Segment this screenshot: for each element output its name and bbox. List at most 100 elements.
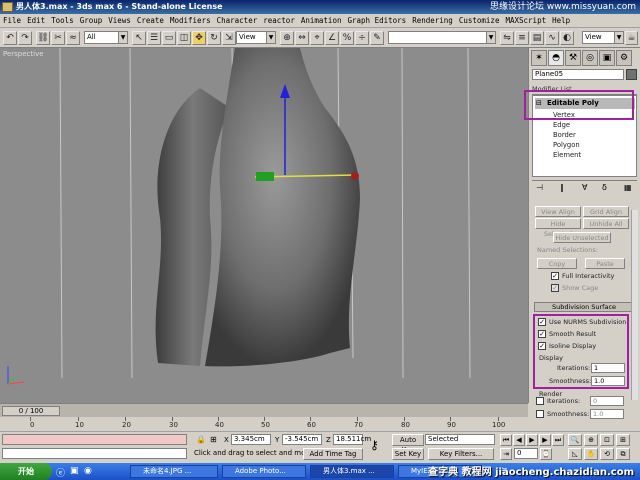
object-color-swatch[interactable] [626, 69, 637, 80]
sub-object-polygon[interactable]: Polygon [553, 141, 580, 149]
sub-object-element[interactable]: Element [553, 151, 581, 159]
motion-tab-icon[interactable]: ◎ [582, 50, 598, 66]
angle-snap-icon[interactable]: ∠ [325, 31, 339, 45]
object-name-field[interactable]: Plane05 [532, 69, 624, 80]
y-coord-field[interactable]: -3.545cm [282, 434, 322, 445]
task-photoshop[interactable]: Adobe Photo... [222, 465, 306, 478]
time-config-icon[interactable]: ⌚ [540, 448, 552, 460]
select-by-name-icon[interactable]: ☰ [147, 31, 161, 45]
menu-modifiers[interactable]: Modifiers [167, 14, 214, 28]
menu-animation[interactable]: Animation [298, 14, 345, 28]
menu-character[interactable]: Character [214, 14, 261, 28]
material-editor-icon[interactable]: ◐ [560, 31, 574, 45]
perspective-viewport[interactable]: Perspective [0, 48, 528, 403]
layer-manager-icon[interactable]: ▤ [530, 31, 544, 45]
select-and-scale-icon[interactable]: ⇲ [222, 31, 236, 45]
maxscript-listener-field[interactable] [2, 434, 187, 445]
fov-icon[interactable]: ◺ [568, 448, 582, 460]
show-cage-checkbox[interactable]: ✓ [551, 284, 559, 292]
media-quicklaunch-icon[interactable]: ◉ [84, 466, 92, 476]
maxscript-mini-field[interactable] [2, 448, 187, 459]
copy-button[interactable]: Copy [537, 258, 577, 269]
go-to-start-icon[interactable]: ⏮ [500, 434, 512, 446]
pin-stack-icon[interactable]: ⊣ [536, 183, 543, 192]
pan-icon[interactable]: ✋ [584, 448, 598, 460]
prev-frame-icon[interactable]: ◀ [513, 434, 525, 446]
mirror-tool-icon[interactable]: ⇋ [500, 31, 514, 45]
lock-selection-icon[interactable]: 🔒 [196, 435, 206, 444]
snap-toggle-icon[interactable]: ⌖ [310, 31, 324, 45]
menu-rendering[interactable]: Rendering [409, 14, 456, 28]
quick-render-icon[interactable]: ☕ [625, 31, 638, 45]
selection-filter-dropdown[interactable]: All ▼ [84, 31, 128, 44]
zoom-icon[interactable]: 🔍 [568, 434, 582, 446]
hierarchy-tab-icon[interactable]: ⚒ [565, 50, 581, 66]
utilities-tab-icon[interactable]: ⚙ [616, 50, 632, 66]
x-coord-field[interactable]: 3.345cm [231, 434, 271, 445]
menu-help[interactable]: Help [549, 14, 573, 28]
go-to-end-icon[interactable]: ⏭ [552, 434, 564, 446]
sub-object-edge[interactable]: Edge [553, 121, 570, 129]
track-bar[interactable]: 0 10 20 30 40 50 60 70 80 90 100 [0, 417, 528, 431]
current-frame-field[interactable]: 0 [514, 448, 538, 459]
panel-scrollbar[interactable] [631, 210, 638, 400]
desktop-quicklaunch-icon[interactable]: ▣ [70, 466, 79, 476]
menu-views[interactable]: Views [105, 14, 134, 28]
redo-icon[interactable]: ↷ [18, 31, 32, 45]
remove-modifier-icon[interactable]: δ [602, 183, 607, 192]
menu-file[interactable]: File [0, 14, 24, 28]
key-mode-icon[interactable]: ⇥ [500, 448, 512, 460]
gizmo-y-handle[interactable] [256, 172, 274, 181]
absolute-mode-icon[interactable]: ⊞ [210, 435, 217, 444]
window-crossing-icon[interactable]: ◫ [177, 31, 191, 45]
view-dropdown[interactable]: View ▼ [582, 31, 624, 44]
render-smoothness-spinner[interactable]: 1.0 [590, 409, 624, 419]
configure-sets-icon[interactable]: ▦ [624, 183, 632, 192]
display-tab-icon[interactable]: ▣ [599, 50, 615, 66]
time-slider[interactable]: 0 / 100 [0, 403, 528, 417]
bind-space-warp-icon[interactable]: ≈ [66, 31, 80, 45]
mirror-icon[interactable]: ⇔ [295, 31, 309, 45]
task-image[interactable]: 未命名4.JPG ... [130, 465, 218, 478]
create-tab-icon[interactable]: ✶ [531, 50, 547, 66]
grid-align-button[interactable]: Grid Align [583, 206, 629, 217]
named-selection-dropdown[interactable]: ▼ [388, 31, 496, 44]
maximize-viewport-icon[interactable]: ⧉ [616, 448, 630, 460]
add-time-tag-button[interactable]: Add Time Tag [303, 448, 363, 460]
zoom-extents-all-icon[interactable]: ⊞ [616, 434, 630, 446]
make-unique-icon[interactable]: ∀ [582, 183, 587, 192]
zoom-all-icon[interactable]: ⊕ [584, 434, 598, 446]
unlink-icon[interactable]: ✂ [51, 31, 65, 45]
spinner-snap-icon[interactable]: ÷ [355, 31, 369, 45]
align-icon[interactable]: ≡ [515, 31, 529, 45]
next-frame-icon[interactable]: ▶ [539, 434, 551, 446]
menu-tools[interactable]: Tools [48, 14, 77, 28]
undo-icon[interactable]: ↶ [3, 31, 17, 45]
menu-edit[interactable]: Edit [24, 14, 48, 28]
selected-dropdown[interactable]: Selected [425, 434, 495, 445]
percent-snap-icon[interactable]: % [340, 31, 354, 45]
menu-reactor[interactable]: reactor [260, 14, 298, 28]
menu-create[interactable]: Create [134, 14, 167, 28]
set-key-button[interactable]: Set Key [392, 448, 424, 460]
paste-button[interactable]: Paste [585, 258, 625, 269]
task-3dsmax[interactable]: 男人体3.max ... [310, 465, 394, 478]
sub-object-border[interactable]: Border [553, 131, 576, 139]
ref-coord-dropdown[interactable]: View ▼ [236, 31, 276, 44]
select-and-move-icon[interactable]: ✥ [192, 31, 206, 45]
view-align-button[interactable]: View Align [535, 206, 581, 217]
auto-key-button[interactable]: Auto Key [392, 434, 424, 454]
show-end-result-icon[interactable]: ‖ [560, 183, 564, 192]
gizmo-x-handle[interactable] [351, 172, 359, 180]
hide-selected-button[interactable]: Hide Selected [535, 218, 581, 238]
menu-maxscript[interactable]: MAXScript [502, 14, 549, 28]
select-object-icon[interactable]: ↖ [132, 31, 146, 45]
menu-group[interactable]: Group [77, 14, 106, 28]
edit-named-sel-icon[interactable]: ✎ [370, 31, 384, 45]
render-iterations-checkbox[interactable] [536, 397, 544, 405]
key-icon[interactable]: ⚷ [370, 438, 379, 452]
select-and-rotate-icon[interactable]: ↻ [207, 31, 221, 45]
ie-quicklaunch-icon[interactable]: ⓔ [56, 466, 65, 479]
menu-graph-editors[interactable]: Graph Editors [344, 14, 409, 28]
zoom-extents-icon[interactable]: ⊡ [600, 434, 614, 446]
